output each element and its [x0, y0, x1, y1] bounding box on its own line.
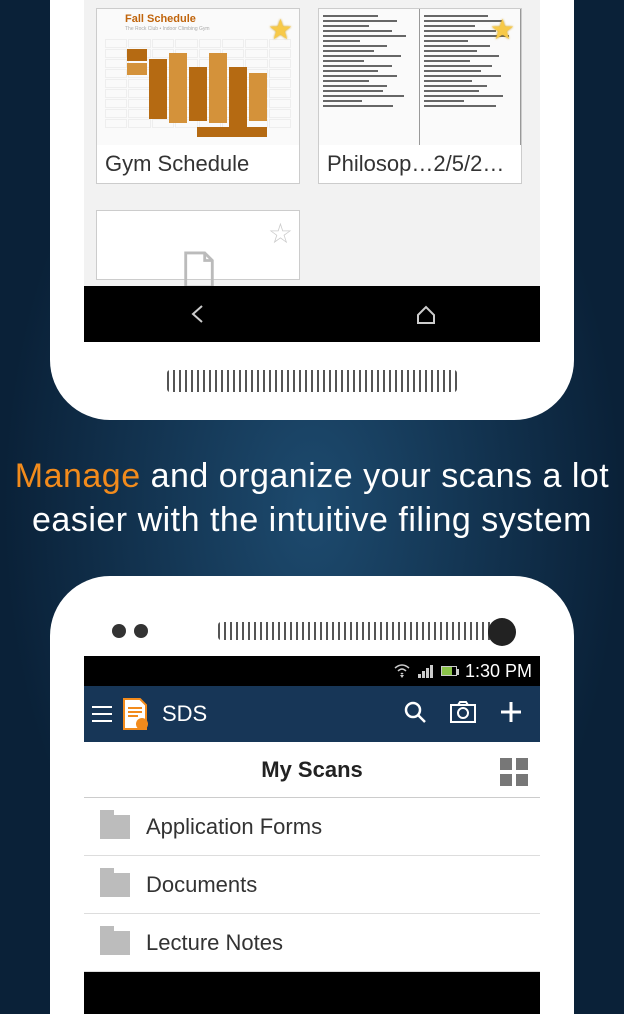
- page-icon: [177, 251, 221, 289]
- star-icon[interactable]: ★: [490, 13, 515, 46]
- top-screen: Fall Schedule The Rock Club • Indoor Cli…: [84, 0, 540, 286]
- marketing-headline: Manage and organize your scans a lot eas…: [0, 454, 624, 542]
- preview-subtitle: The Rock Club • Indoor Climbing Gym: [125, 26, 210, 32]
- app-logo-icon: [120, 697, 150, 731]
- phone-camera: [488, 618, 516, 646]
- signal-icon: [418, 665, 433, 678]
- scan-thumbnail[interactable]: Fall Schedule The Rock Club • Indoor Cli…: [96, 8, 300, 184]
- preview-title: Fall Schedule: [125, 13, 196, 25]
- android-nav-bar: [84, 286, 540, 342]
- phone-speaker: [218, 622, 508, 640]
- grid-view-icon[interactable]: [500, 758, 528, 786]
- folder-label: Documents: [146, 872, 257, 898]
- camera-icon[interactable]: [442, 700, 484, 729]
- star-icon[interactable]: ★: [268, 13, 293, 46]
- search-icon[interactable]: [394, 699, 436, 730]
- scan-title: Gym Schedule: [97, 145, 299, 183]
- phone-sensor-dots: [112, 624, 148, 638]
- folder-row[interactable]: Application Forms: [84, 798, 540, 856]
- add-icon[interactable]: [490, 700, 532, 729]
- section-title: My Scans: [261, 757, 363, 783]
- phone-mock-top: Fall Schedule The Rock Club • Indoor Cli…: [50, 0, 574, 420]
- bottom-screen: 1:30 PM SDS: [84, 656, 540, 1014]
- wifi-icon: [394, 664, 410, 678]
- folder-label: Lecture Notes: [146, 930, 283, 956]
- scan-preview-gym: Fall Schedule The Rock Club • Indoor Cli…: [97, 9, 299, 145]
- headline-highlight: Manage: [15, 457, 141, 495]
- status-time: 1:30 PM: [465, 661, 532, 682]
- folder-row[interactable]: Lecture Notes: [84, 914, 540, 972]
- star-icon[interactable]: ☆: [268, 217, 293, 250]
- back-icon[interactable]: [187, 303, 209, 325]
- app-title: SDS: [162, 701, 388, 727]
- section-header: My Scans: [84, 742, 540, 798]
- status-bar: 1:30 PM: [84, 656, 540, 686]
- battery-icon: [441, 666, 457, 676]
- phone-speaker: [167, 370, 457, 392]
- app-bar: SDS: [84, 686, 540, 742]
- scan-preview-notes: ★: [319, 9, 521, 145]
- scan-title: Philosop…2/5/2013: [319, 145, 521, 183]
- scan-thumbnail[interactable]: ★ Philosop…2/5/2013: [318, 8, 522, 184]
- folder-icon: [100, 873, 130, 897]
- folder-label: Application Forms: [146, 814, 322, 840]
- thumbnail-grid: Fall Schedule The Rock Club • Indoor Cli…: [96, 8, 528, 184]
- menu-icon[interactable]: [92, 706, 112, 722]
- folder-row[interactable]: Documents: [84, 856, 540, 914]
- folder-list: Application Forms Documents Lecture Note…: [84, 798, 540, 972]
- phone-mock-bottom: 1:30 PM SDS: [50, 576, 574, 1014]
- folder-icon: [100, 815, 130, 839]
- home-icon[interactable]: [415, 303, 437, 325]
- folder-icon: [100, 931, 130, 955]
- scan-thumbnail-empty[interactable]: ☆: [96, 210, 300, 280]
